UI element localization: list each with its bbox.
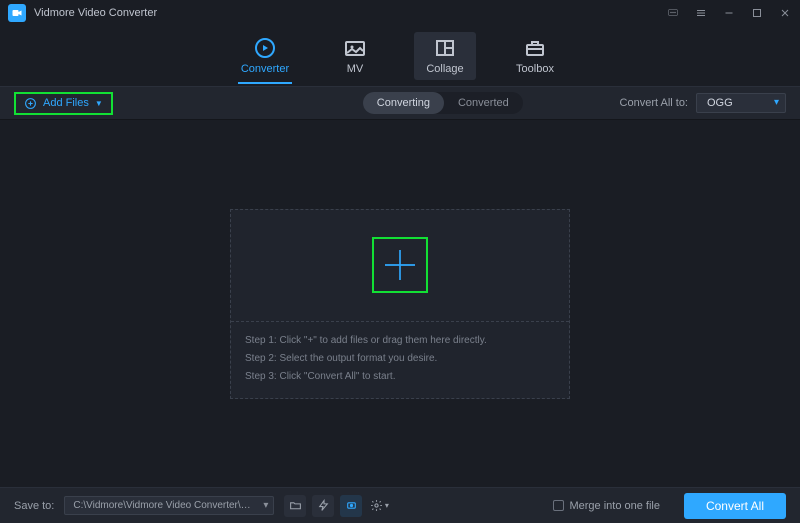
tab-mv[interactable]: MV (324, 32, 386, 80)
converter-icon (253, 37, 277, 59)
add-files-label: Add Files (43, 97, 89, 109)
tab-label: Converter (241, 63, 289, 75)
maximize-button[interactable] (750, 6, 764, 20)
status-tabs: Converting Converted (363, 92, 523, 114)
convert-all-to-label: Convert All to: (620, 97, 688, 109)
feedback-icon[interactable] (666, 6, 680, 20)
save-path-value: C:\Vidmore\Vidmore Video Converter\Conve… (73, 500, 274, 511)
app-logo-icon (8, 4, 26, 22)
tab-label: MV (347, 63, 364, 75)
bottom-bar: Save to: C:\Vidmore\Vidmore Video Conver… (0, 487, 800, 523)
main-tabs: Converter MV Collage Toolbox (0, 26, 800, 86)
close-button[interactable] (778, 6, 792, 20)
chevron-down-icon: ▾ (385, 501, 389, 510)
app-title: Vidmore Video Converter (34, 7, 157, 19)
add-files-button[interactable]: Add Files ▼ (14, 92, 113, 115)
title-bar: Vidmore Video Converter (0, 0, 800, 26)
subtab-converted[interactable]: Converted (444, 92, 523, 114)
plus-circle-icon (24, 97, 37, 110)
mv-icon (343, 37, 367, 59)
sub-bar: Add Files ▼ Converting Converted Convert… (0, 86, 800, 120)
save-to-label: Save to: (14, 500, 54, 512)
tab-converter[interactable]: Converter (234, 32, 296, 80)
minimize-button[interactable] (722, 6, 736, 20)
convert-all-to: Convert All to: OGG (620, 93, 786, 113)
main-area: Step 1: Click "+" to add files or drag t… (0, 120, 800, 487)
instruction-steps: Step 1: Click "+" to add files or drag t… (231, 322, 569, 398)
open-folder-button[interactable] (284, 495, 306, 517)
toolbox-icon (523, 37, 547, 59)
merge-checkbox[interactable]: Merge into one file (553, 500, 660, 512)
tab-collage[interactable]: Collage (414, 32, 476, 80)
step-1: Step 1: Click "+" to add files or drag t… (245, 332, 555, 350)
merge-label: Merge into one file (569, 500, 660, 512)
collage-icon (433, 37, 457, 59)
save-path-select[interactable]: C:\Vidmore\Vidmore Video Converter\Conve… (64, 496, 274, 515)
format-value: OGG (707, 97, 733, 109)
tab-toolbox[interactable]: Toolbox (504, 32, 566, 80)
convert-all-button[interactable]: Convert All (684, 493, 786, 519)
dropzone-top (231, 210, 569, 322)
add-files-plus-button[interactable] (372, 237, 428, 293)
subtab-converting[interactable]: Converting (363, 92, 444, 114)
format-select[interactable]: OGG (696, 93, 786, 113)
settings-button[interactable]: ▾ (368, 495, 390, 517)
plus-icon (380, 245, 420, 285)
checkbox-icon (553, 500, 564, 511)
tab-label: Toolbox (516, 63, 554, 75)
tab-label: Collage (426, 63, 463, 75)
menu-icon[interactable] (694, 6, 708, 20)
gpu-toggle-button[interactable] (340, 495, 362, 517)
dropzone[interactable]: Step 1: Click "+" to add files or drag t… (230, 209, 570, 399)
chevron-down-icon: ▼ (95, 99, 103, 108)
step-3: Step 3: Click "Convert All" to start. (245, 368, 555, 386)
step-2: Step 2: Select the output format you des… (245, 350, 555, 368)
hardware-accel-button[interactable] (312, 495, 334, 517)
